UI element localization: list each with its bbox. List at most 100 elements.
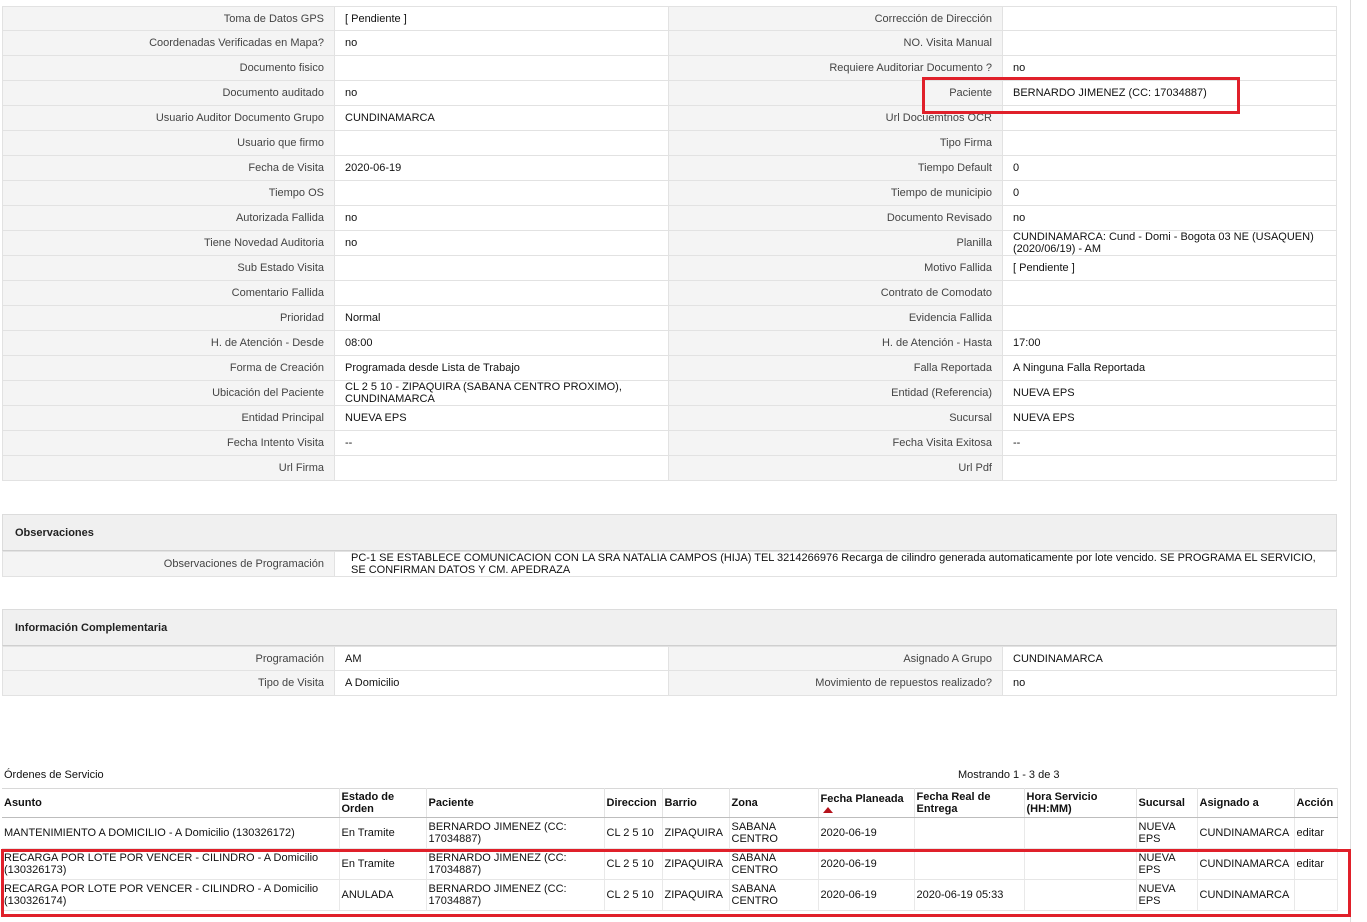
table-cell: En Tramite <box>339 848 427 880</box>
detail-row: Url Firma Url Pdf <box>2 456 1337 481</box>
orders-col-header-label: Zona <box>731 797 758 809</box>
field-value: NUEVA EPS <box>1003 406 1337 431</box>
field-value <box>335 131 669 156</box>
field-label: Paciente <box>669 81 1003 106</box>
field-label: Documento fisico <box>2 56 335 81</box>
field-value: -- <box>335 431 669 456</box>
table-row[interactable]: MANTENIMIENTO A DOMICILIO - A Domicilio … <box>2 817 1338 849</box>
table-cell <box>1024 848 1137 880</box>
orders-col-header[interactable]: Fecha Planeada <box>818 788 915 818</box>
table-cell: NUEVA EPS <box>1136 817 1198 849</box>
orders-table: Asunto Estado de Orden Paciente Direccion Ba… <box>2 788 1338 911</box>
field-value: 08:00 <box>335 331 669 356</box>
field-value <box>1003 131 1337 156</box>
field-label: Toma de Datos GPS <box>2 6 335 31</box>
orders-col-header[interactable]: Fecha Real de Entrega <box>914 788 1025 818</box>
field-value <box>1003 31 1337 56</box>
field-value: no <box>335 31 669 56</box>
table-cell: 2020-06-19 <box>818 879 915 911</box>
table-cell: ZIPAQUIRA <box>662 848 730 880</box>
table-cell: ANULADA <box>339 879 427 911</box>
field-label: Forma de Creación <box>2 356 335 381</box>
orders-col-header[interactable]: Asignado a <box>1197 788 1295 818</box>
field-value: 17:00 <box>1003 331 1337 356</box>
table-row[interactable]: RECARGA POR LOTE POR VENCER - CILINDRO -… <box>2 879 1338 911</box>
table-cell: NUEVA EPS <box>1136 848 1198 880</box>
detail-row: Usuario que firmo Tipo Firma <box>2 131 1337 156</box>
orders-col-header-label: Asunto <box>4 797 42 809</box>
orders-col-header-label: Direccion <box>606 797 657 809</box>
detail-row: Toma de Datos GPS[ Pendiente ] Corrección… <box>2 6 1337 31</box>
field-label: H. de Atención - Hasta <box>669 331 1003 356</box>
field-value: 0 <box>1003 181 1337 206</box>
field-label: Movimiento de repuestos realizado? <box>669 671 1003 696</box>
orders-col-header[interactable]: Asunto <box>2 788 340 818</box>
table-cell: ZIPAQUIRA <box>662 817 730 849</box>
orders-col-header[interactable]: Zona <box>729 788 819 818</box>
orders-col-header-label: Asignado a <box>1199 797 1259 809</box>
orders-col-header[interactable]: Barrio <box>662 788 730 818</box>
field-value <box>1003 106 1337 131</box>
detail-row: Tipo de Visita A Domicilio Movimiento de r… <box>2 671 1337 696</box>
table-cell <box>914 817 1025 849</box>
orders-col-header[interactable]: Estado de Orden <box>339 788 427 818</box>
field-label: Usuario que firmo <box>2 131 335 156</box>
table-cell: CL 2 5 10 <box>604 848 663 880</box>
field-value <box>335 456 669 481</box>
field-value <box>1003 6 1337 31</box>
edit-link[interactable]: editar <box>1294 848 1338 880</box>
field-label: Tipo de Visita <box>2 671 335 696</box>
detail-row: Documento fisico Requiere Auditoriar Docu… <box>2 56 1337 81</box>
table-cell: CL 2 5 10 <box>604 817 663 849</box>
field-value: AM <box>335 646 669 671</box>
orders-col-header[interactable]: Acción <box>1294 788 1338 818</box>
field-label: Tiempo Default <box>669 156 1003 181</box>
field-label: Sub Estado Visita <box>2 256 335 281</box>
field-value: no <box>1003 206 1337 231</box>
table-cell <box>1024 879 1137 911</box>
detail-row: Prioridad Normal Evidencia Fallida <box>2 306 1337 331</box>
orders-col-header[interactable]: Hora Servicio (HH:MM) <box>1024 788 1137 818</box>
field-label: Motivo Fallida <box>669 256 1003 281</box>
field-value: [ Pendiente ] <box>1003 256 1337 281</box>
orders-col-header[interactable]: Direccion <box>604 788 663 818</box>
field-label: NO. Visita Manual <box>669 31 1003 56</box>
orders-col-header-label: Sucursal <box>1138 797 1185 809</box>
field-label: Ubicación del Paciente <box>2 381 335 406</box>
detail-row: Fecha Intento Visita -- Fecha Visita Exito… <box>2 431 1337 456</box>
orders-title: Órdenes de Servicio <box>4 769 104 781</box>
orders-col-header-label: Estado de Orden <box>341 791 395 815</box>
detail-row: Programación AM Asignado A Grupo CUNDINAMAR… <box>2 646 1337 671</box>
field-label: Url Docuemtnos OCR <box>669 106 1003 131</box>
field-value: NUEVA EPS <box>1003 381 1337 406</box>
detail-row: Autorizada Fallida no Documento Revisado no <box>2 206 1337 231</box>
table-cell: CUNDINAMARCA <box>1197 879 1295 911</box>
field-label: Sucursal <box>669 406 1003 431</box>
field-value: CUNDINAMARCA <box>335 106 669 131</box>
detail-row: Forma de Creación Programada desde Lista … <box>2 356 1337 381</box>
observaciones-label: Observaciones de Programación <box>2 551 335 577</box>
scrollbar-track[interactable] <box>1350 0 1351 922</box>
field-label: H. de Atención - Desde <box>2 331 335 356</box>
sort-ascending-icon[interactable] <box>822 807 833 813</box>
table-cell: SABANA CENTRO <box>729 879 819 911</box>
field-value: Programada desde Lista de Trabajo <box>335 356 669 381</box>
field-value <box>335 56 669 81</box>
orders-col-header[interactable]: Paciente <box>426 788 605 818</box>
field-value: no <box>335 206 669 231</box>
field-value <box>1003 281 1337 306</box>
orders-count: Mostrando 1 - 3 de 3 <box>958 769 1060 781</box>
field-value <box>1003 456 1337 481</box>
detail-row: Tiempo OS Tiempo de municipio 0 <box>2 181 1337 206</box>
field-label: Documento Revisado <box>669 206 1003 231</box>
observaciones-value: PC-1 SE ESTABLECE COMUNICACION CON LA SR… <box>335 551 1337 577</box>
detail-row: Documento auditado no Paciente BERNARDO JIM… <box>2 81 1337 106</box>
table-row[interactable]: RECARGA POR LOTE POR VENCER - CILINDRO -… <box>2 848 1338 880</box>
orders-col-header-label: Hora Servicio (HH:MM) <box>1026 791 1098 815</box>
table-cell <box>1024 817 1137 849</box>
orders-col-header[interactable]: Sucursal <box>1136 788 1198 818</box>
table-cell: ZIPAQUIRA <box>662 879 730 911</box>
edit-link[interactable]: editar <box>1294 817 1338 849</box>
field-label: Entidad Principal <box>2 406 335 431</box>
field-value: CUNDINAMARCA <box>1003 646 1337 671</box>
